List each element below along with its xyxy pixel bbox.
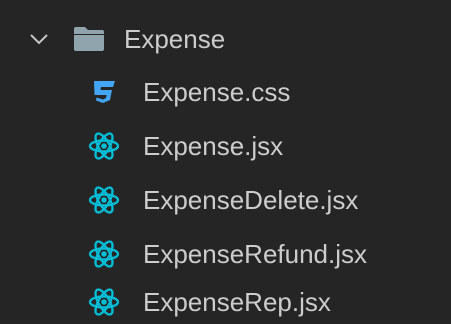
react-icon xyxy=(88,288,120,316)
react-icon xyxy=(88,186,120,214)
chevron-down-icon[interactable] xyxy=(28,28,50,50)
file-row-expensedelete-jsx[interactable]: ExpenseDelete.jsx xyxy=(0,173,451,227)
file-row-expenserep-jsx[interactable]: ExpenseRep.jsx xyxy=(0,280,451,324)
file-label: Expense.css xyxy=(143,77,291,107)
file-row-expense-css[interactable]: Expense.css xyxy=(0,65,451,119)
file-label: ExpenseRefund.jsx xyxy=(143,239,368,269)
folder-open-icon xyxy=(74,27,104,51)
css3-icon xyxy=(94,81,115,103)
react-icon xyxy=(88,240,120,268)
folder-row-expense[interactable]: Expense xyxy=(0,12,451,66)
file-label: ExpenseRep.jsx xyxy=(143,287,331,317)
file-label: Expense.jsx xyxy=(143,131,284,161)
folder-label: Expense xyxy=(124,24,226,54)
file-row-expense-jsx[interactable]: Expense.jsx xyxy=(0,119,451,173)
file-row-expenserefund-jsx[interactable]: ExpenseRefund.jsx xyxy=(0,227,451,281)
file-explorer-tree: Expense Expense.css Expense.jsx ExpenseD… xyxy=(0,0,451,324)
react-icon xyxy=(88,132,120,160)
file-label: ExpenseDelete.jsx xyxy=(143,185,359,215)
